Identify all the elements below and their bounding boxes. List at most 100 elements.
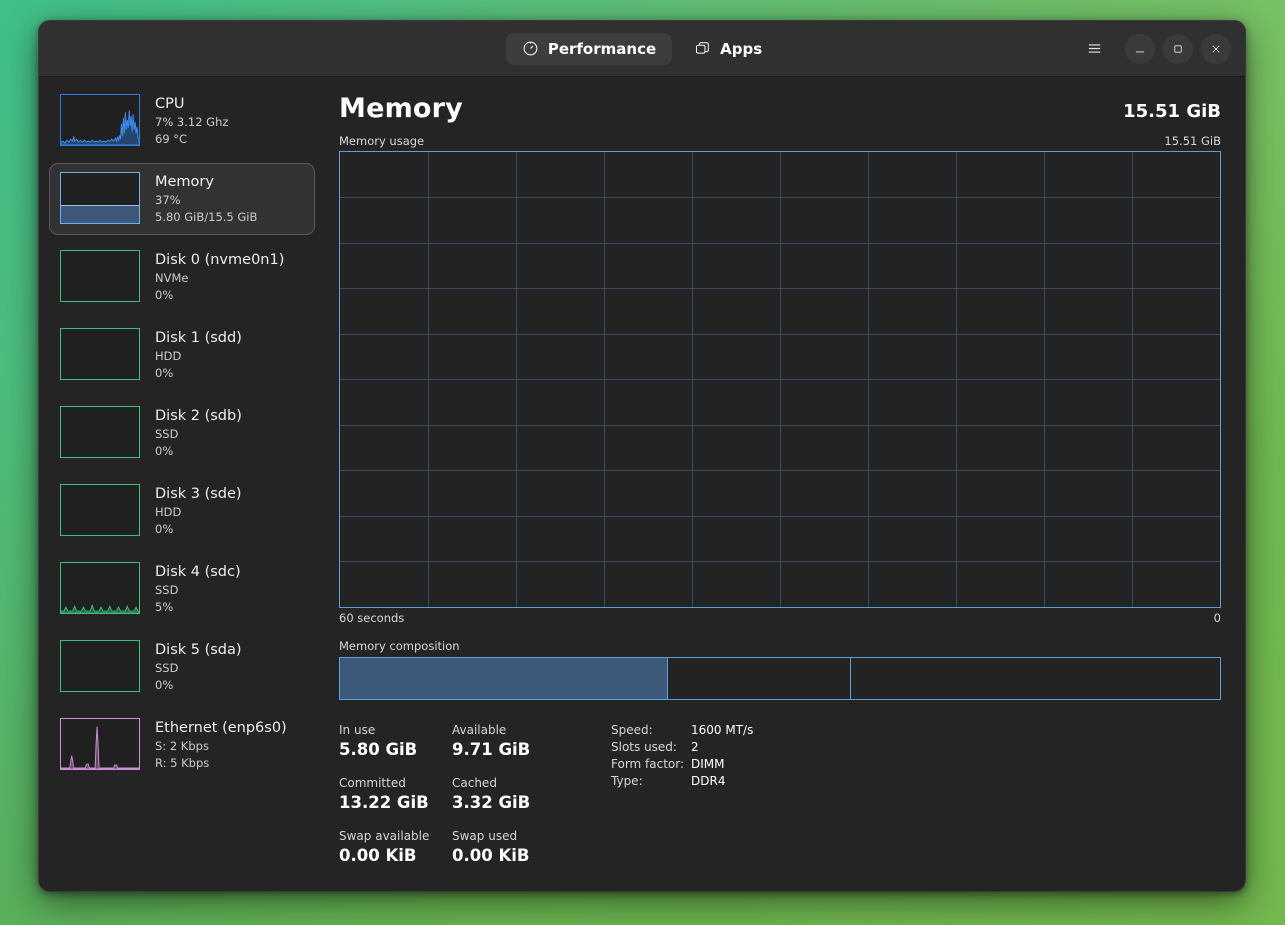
sidebar-item-disk2[interactable]: Disk 2 (sdb) SSD 0% (49, 397, 315, 469)
cpu-sparkline-graph (60, 94, 140, 146)
stat-available: Available 9.71 GiB (452, 722, 565, 761)
sidebar-item-disk3-line1: HDD (155, 504, 242, 521)
window-body: CPU 7% 3.12 Ghz 69 °C Memory 37% 5.80 Gi… (39, 77, 1245, 891)
sidebar-item-disk4[interactable]: Disk 4 (sdc) SSD 5% (49, 553, 315, 625)
disk1-graph (60, 328, 140, 380)
info-row-type: Type: DDR4 (611, 773, 753, 790)
task-manager-window: Performance Apps (38, 20, 1246, 892)
maximize-icon[interactable] (1163, 34, 1193, 64)
tab-apps[interactable]: Apps (678, 33, 778, 65)
tab-apps-label: Apps (720, 40, 762, 58)
sidebar-item-ethernet-title: Ethernet (enp6s0) (155, 719, 287, 738)
stat-committed-value: 13.22 GiB (339, 792, 452, 814)
sidebar-item-disk3-line2: 0% (155, 521, 242, 538)
memory-fill-graph (60, 172, 140, 224)
close-icon[interactable] (1201, 34, 1231, 64)
disk3-graph (60, 484, 140, 536)
info-speed-key: Speed: (611, 722, 691, 739)
memory-detail-panel: Memory 15.51 GiB Memory usage 15.51 GiB … (325, 77, 1245, 891)
stat-cached-value: 3.32 GiB (452, 792, 565, 814)
sidebar-item-cpu[interactable]: CPU 7% 3.12 Ghz 69 °C (49, 85, 315, 157)
sidebar-item-disk4-line2: 5% (155, 599, 241, 616)
memory-usage-curve (340, 152, 1220, 608)
sidebar-item-disk1-text: Disk 1 (sdd) HDD 0% (155, 328, 242, 382)
sidebar-item-disk3-text: Disk 3 (sde) HDD 0% (155, 484, 242, 538)
stat-columns: In use 5.80 GiB Committed 13.22 GiB Swap… (339, 722, 565, 881)
info-speed-value: 1600 MT/s (691, 722, 753, 739)
stat-in-use: In use 5.80 GiB (339, 722, 452, 761)
sidebar-item-ethernet[interactable]: Ethernet (enp6s0) S: 2 Kbps R: 5 Kbps (49, 709, 315, 781)
info-row-speed: Speed: 1600 MT/s (611, 722, 753, 739)
sidebar-item-disk0-title: Disk 0 (nvme0n1) (155, 251, 284, 270)
sidebar-item-cpu-line1: 7% 3.12 Ghz (155, 114, 228, 131)
graph-time-left-label: 60 seconds (339, 611, 404, 625)
sidebar-item-cpu-text: CPU 7% 3.12 Ghz 69 °C (155, 94, 228, 148)
info-type-value: DDR4 (691, 773, 725, 790)
windows-stack-icon (694, 40, 711, 57)
graph-max-label: 15.51 GiB (1164, 134, 1221, 148)
sidebar-item-disk2-line1: SSD (155, 426, 242, 443)
graph-time-right-label: 0 (1214, 611, 1221, 625)
composition-segment-modified (667, 658, 850, 699)
stat-swap-available-label: Swap available (339, 828, 452, 845)
sidebar-item-disk1-line1: HDD (155, 348, 242, 365)
tab-bar: Performance Apps (39, 33, 1245, 65)
sidebar-item-cpu-line2: 69 °C (155, 131, 228, 148)
disk2-graph (60, 406, 140, 458)
memory-stats: In use 5.80 GiB Committed 13.22 GiB Swap… (339, 722, 1221, 881)
sidebar-item-disk5[interactable]: Disk 5 (sda) SSD 0% (49, 631, 315, 703)
memory-usage-graph (339, 151, 1221, 608)
titlebar: Performance Apps (39, 21, 1245, 77)
info-type-key: Type: (611, 773, 691, 790)
composition-label: Memory composition (339, 639, 1221, 653)
info-slots-value: 2 (691, 739, 699, 756)
stat-in-use-value: 5.80 GiB (339, 739, 452, 761)
tab-performance[interactable]: Performance (506, 33, 672, 65)
info-form-factor-value: DIMM (691, 756, 725, 773)
window-controls (1079, 34, 1231, 64)
disk0-graph (60, 250, 140, 302)
minimize-icon[interactable] (1125, 34, 1155, 64)
sidebar-item-disk3-title: Disk 3 (sde) (155, 485, 242, 504)
composition-segment-in-use (340, 658, 667, 699)
stat-available-value: 9.71 GiB (452, 739, 565, 761)
disk5-graph (60, 640, 140, 692)
sidebar-item-memory-title: Memory (155, 173, 257, 192)
sidebar-item-disk4-text: Disk 4 (sdc) SSD 5% (155, 562, 241, 616)
graph-label: Memory usage (339, 134, 424, 148)
memory-header: Memory 15.51 GiB (339, 93, 1221, 124)
sidebar-item-disk1[interactable]: Disk 1 (sdd) HDD 0% (49, 319, 315, 391)
info-slots-key: Slots used: (611, 739, 691, 756)
sidebar-item-disk5-text: Disk 5 (sda) SSD 0% (155, 640, 242, 694)
stat-committed-label: Committed (339, 775, 452, 792)
sidebar-item-memory-line1: 37% (155, 192, 257, 209)
stat-swap-used: Swap used 0.00 KiB (452, 828, 565, 867)
sidebar-item-disk0[interactable]: Disk 0 (nvme0n1) NVMe 0% (49, 241, 315, 313)
sidebar-item-disk1-line2: 0% (155, 365, 242, 382)
sidebar-item-disk2-text: Disk 2 (sdb) SSD 0% (155, 406, 242, 460)
sidebar-item-disk3[interactable]: Disk 3 (sde) HDD 0% (49, 475, 315, 547)
stat-cached: Cached 3.32 GiB (452, 775, 565, 814)
sidebar-item-ethernet-line1: S: 2 Kbps (155, 738, 287, 755)
stat-column-right: Available 9.71 GiB Cached 3.32 GiB Swap … (452, 722, 565, 881)
resource-sidebar: CPU 7% 3.12 Ghz 69 °C Memory 37% 5.80 Gi… (39, 77, 325, 891)
sidebar-item-memory[interactable]: Memory 37% 5.80 GiB/15.5 GiB (49, 163, 315, 235)
sidebar-item-ethernet-line2: R: 5 Kbps (155, 755, 287, 772)
sidebar-item-disk0-text: Disk 0 (nvme0n1) NVMe 0% (155, 250, 284, 304)
ethernet-graph (60, 718, 140, 770)
sidebar-item-disk5-title: Disk 5 (sda) (155, 641, 242, 660)
info-form-factor-key: Form factor: (611, 756, 691, 773)
sidebar-item-memory-text: Memory 37% 5.80 GiB/15.5 GiB (155, 172, 257, 226)
stat-committed: Committed 13.22 GiB (339, 775, 452, 814)
sidebar-item-disk5-line2: 0% (155, 677, 242, 694)
sidebar-item-memory-line2: 5.80 GiB/15.5 GiB (155, 209, 257, 226)
sidebar-item-disk4-line1: SSD (155, 582, 241, 599)
sidebar-item-disk0-line1: NVMe (155, 270, 284, 287)
sidebar-item-ethernet-text: Ethernet (enp6s0) S: 2 Kbps R: 5 Kbps (155, 718, 287, 772)
stat-cached-label: Cached (452, 775, 565, 792)
hamburger-menu-icon[interactable] (1079, 34, 1109, 64)
memory-composition-bar (339, 657, 1221, 700)
graph-axis-bottom: 60 seconds 0 (339, 611, 1221, 625)
memory-hardware-info: Speed: 1600 MT/s Slots used: 2 Form fact… (611, 722, 753, 881)
stat-column-left: In use 5.80 GiB Committed 13.22 GiB Swap… (339, 722, 452, 881)
